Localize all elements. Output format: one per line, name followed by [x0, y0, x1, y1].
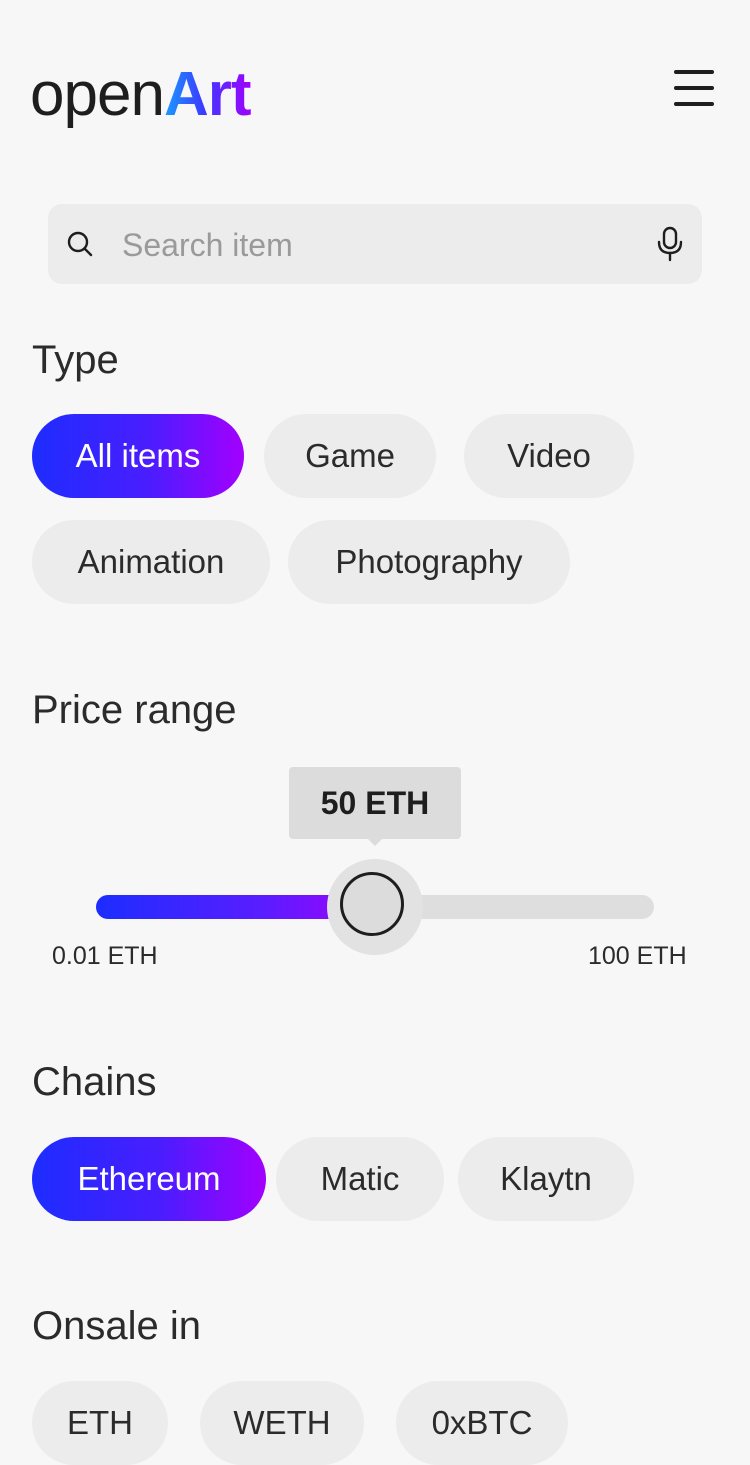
price-range-title: Price range [32, 688, 237, 732]
chain-chip-ethereum[interactable]: Ethereum [32, 1137, 266, 1221]
app-header: openArt [0, 0, 750, 150]
type-chip-photography[interactable]: Photography [288, 520, 570, 604]
onsale-chip-weth[interactable]: WETH [200, 1381, 364, 1465]
price-slider-thumb[interactable] [327, 859, 423, 955]
price-min-label: 0.01 ETH [52, 942, 158, 970]
onsale-section-title: Onsale in [32, 1304, 201, 1348]
microphone-icon[interactable] [654, 226, 686, 262]
type-chip-animation[interactable]: Animation [32, 520, 270, 604]
type-chip-all-items[interactable]: All items [32, 414, 244, 498]
search-bar [48, 204, 702, 284]
logo-text-art: Art [163, 60, 252, 129]
chains-section-title: Chains [32, 1060, 157, 1104]
onsale-chip-0xbtc[interactable]: 0xBTC [396, 1381, 568, 1465]
type-section-title: Type [32, 338, 119, 382]
logo-text-open: open [30, 60, 165, 129]
price-max-label: 100 ETH [588, 942, 687, 970]
openart-logo[interactable]: openArt [30, 60, 251, 130]
price-slider-knob [340, 872, 404, 936]
chain-chip-klaytn[interactable]: Klaytn [458, 1137, 634, 1221]
tooltip-arrow [368, 839, 382, 846]
type-chip-game[interactable]: Game [264, 414, 436, 498]
type-chip-video[interactable]: Video [464, 414, 634, 498]
search-icon [67, 231, 93, 257]
price-value-tooltip: 50 ETH [289, 767, 461, 839]
search-input[interactable] [120, 220, 644, 270]
chain-chip-matic[interactable]: Matic [276, 1137, 444, 1221]
onsale-chip-eth[interactable]: ETH [32, 1381, 168, 1465]
hamburger-menu-icon[interactable] [668, 66, 720, 110]
